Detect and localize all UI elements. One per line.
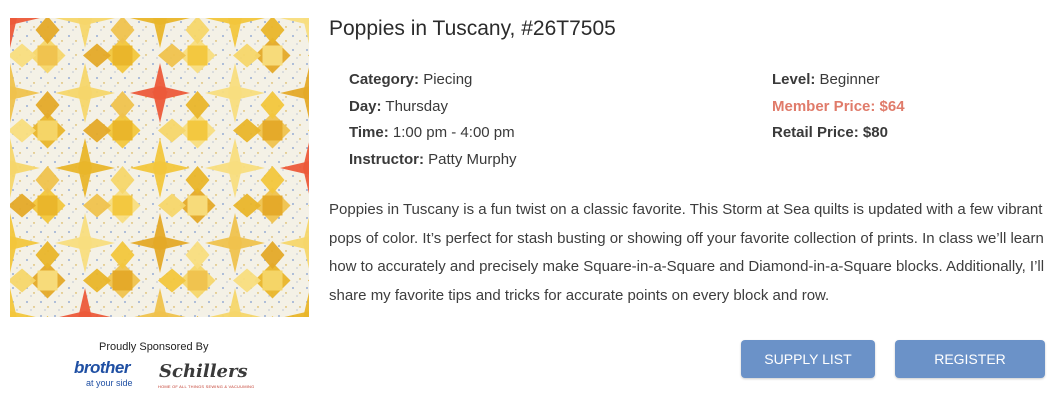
schillers-logo: Schillers: [159, 361, 248, 382]
instructor-value: Patty Murphy: [428, 150, 517, 168]
day-row: Day: Thursday: [349, 94, 517, 121]
quilt-square: [262, 270, 283, 291]
quilt-square: [112, 195, 133, 216]
level-label: Level:: [772, 71, 816, 88]
quilt-square: [187, 45, 208, 66]
quilt-square: [37, 195, 58, 216]
retail-price-label: Retail Price:: [772, 124, 859, 141]
time-label: Time:: [349, 124, 389, 141]
quilt-square: [262, 45, 283, 66]
quilt-square: [112, 45, 133, 66]
class-details-left: Category: Piecing Day: Thursday Time: 1:…: [349, 67, 517, 173]
quilt-square: [37, 120, 58, 141]
brother-tagline: at your side: [86, 378, 133, 388]
level-row: Level: Beginner: [772, 67, 905, 94]
sponsor-label: Proudly Sponsored By: [99, 341, 209, 353]
class-title: Poppies in Tuscany, #26T7505: [329, 17, 616, 40]
quilt-image: [10, 18, 309, 317]
quilt-square: [112, 270, 133, 291]
quilt-square: [37, 270, 58, 291]
class-details-right: Level: Beginner Member Price: $64 Retail…: [772, 67, 905, 147]
member-price-value: $64: [879, 97, 905, 115]
class-photo-quilt: [10, 18, 309, 317]
member-price-row: Member Price: $64: [772, 94, 905, 121]
retail-price-row: Retail Price: $80: [772, 120, 905, 147]
retail-price-value: $80: [862, 124, 888, 141]
schillers-tagline: HOME OF ALL THINGS SEWING & VACUUMING: [158, 384, 255, 389]
supply-list-button[interactable]: SUPPLY LIST: [741, 340, 875, 378]
quilt-square: [262, 120, 283, 141]
register-button[interactable]: REGISTER: [895, 340, 1045, 378]
quilt-square: [187, 195, 208, 216]
day-label: Day:: [349, 97, 382, 115]
member-price-label: Member Price:: [772, 97, 876, 115]
level-value: Beginner: [819, 71, 880, 88]
sponsor-block: Proudly Sponsored By brother at your sid…: [64, 340, 264, 398]
time-row: Time: 1:00 pm - 4:00 pm: [349, 120, 517, 147]
day-value: Thursday: [385, 97, 448, 115]
instructor-label: Instructor:: [349, 150, 424, 168]
quilt-square: [187, 270, 208, 291]
instructor-row: Instructor: Patty Murphy: [349, 147, 517, 174]
class-description: Poppies in Tuscany is a fun twist on a c…: [329, 201, 1045, 304]
quilt-square: [37, 45, 58, 66]
quilt-square: [112, 120, 133, 141]
category-row: Category: Piecing: [349, 67, 517, 94]
time-value: 1:00 pm - 4:00 pm: [392, 124, 515, 141]
quilt-square: [187, 120, 208, 141]
brother-logo: brother: [74, 358, 131, 377]
quilt-square: [262, 195, 283, 216]
category-label: Category:: [349, 71, 420, 88]
category-value: Piecing: [423, 71, 473, 88]
